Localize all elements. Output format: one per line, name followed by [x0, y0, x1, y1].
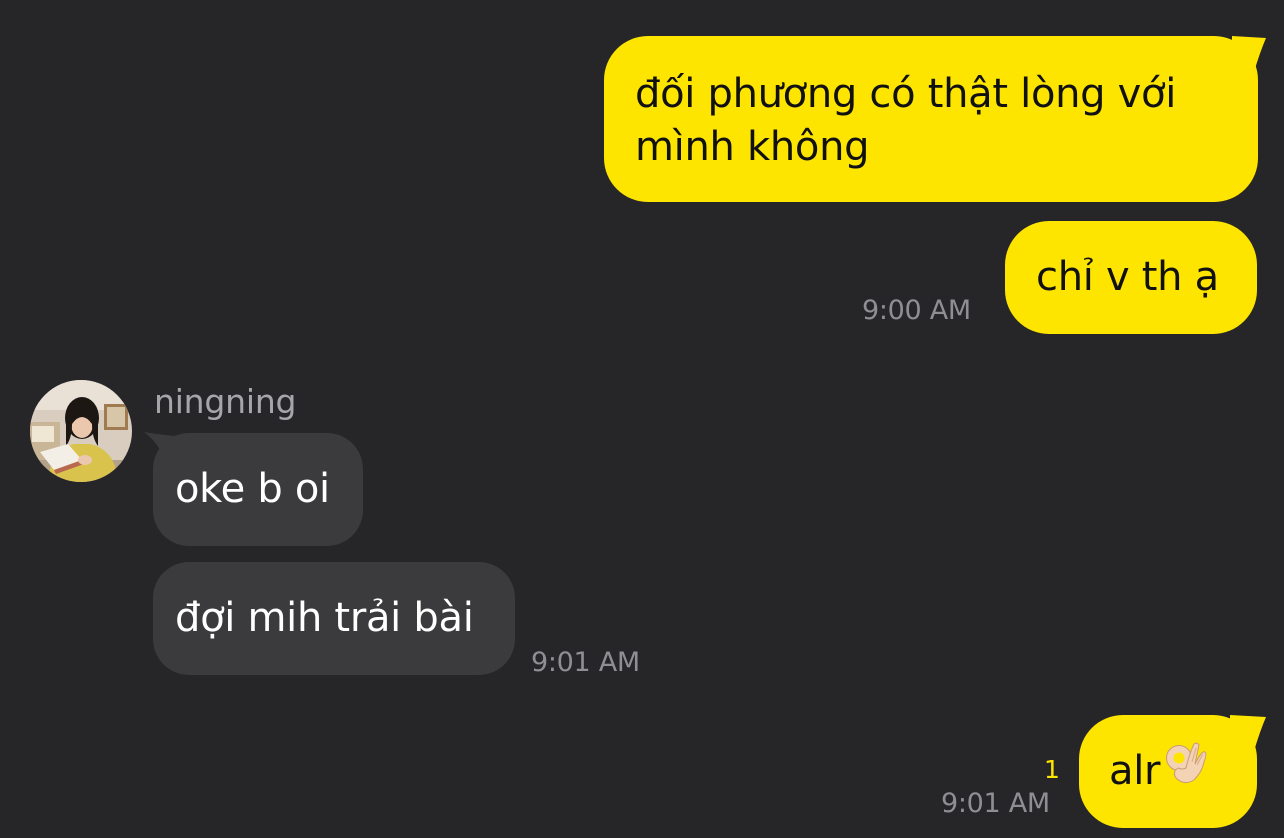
message-text: oke b oi	[175, 466, 330, 512]
sent-bubble-tail	[1230, 715, 1266, 751]
sent-message-bubble[interactable]: đối phương có thật lòng với mình không	[604, 36, 1258, 202]
message-timestamp: 9:01 AM	[531, 647, 640, 678]
message-text: chỉ v th ạ	[1036, 254, 1219, 300]
ok-hand-emoji	[1162, 738, 1210, 800]
profile-photo-avatar	[30, 380, 132, 482]
message-text: đợi mih trải bài	[175, 595, 474, 641]
received-message-bubble[interactable]: đợi mih trải bài	[153, 562, 515, 675]
avatar[interactable]	[30, 380, 132, 482]
sender-name: ningning	[154, 382, 297, 421]
message-text: alr	[1109, 748, 1161, 794]
message-text-line: mình không	[635, 124, 870, 170]
received-message-bubble[interactable]: oke b oi	[153, 433, 363, 546]
message-timestamp: 9:01 AM	[941, 788, 1050, 819]
sent-message-bubble[interactable]: chỉ v th ạ	[1005, 221, 1257, 334]
unread-count: 1	[1044, 755, 1060, 784]
message-timestamp: 9:00 AM	[862, 295, 971, 326]
message-text-line: đối phương có thật lòng với	[635, 71, 1177, 117]
sent-bubble-tail	[1232, 36, 1266, 72]
